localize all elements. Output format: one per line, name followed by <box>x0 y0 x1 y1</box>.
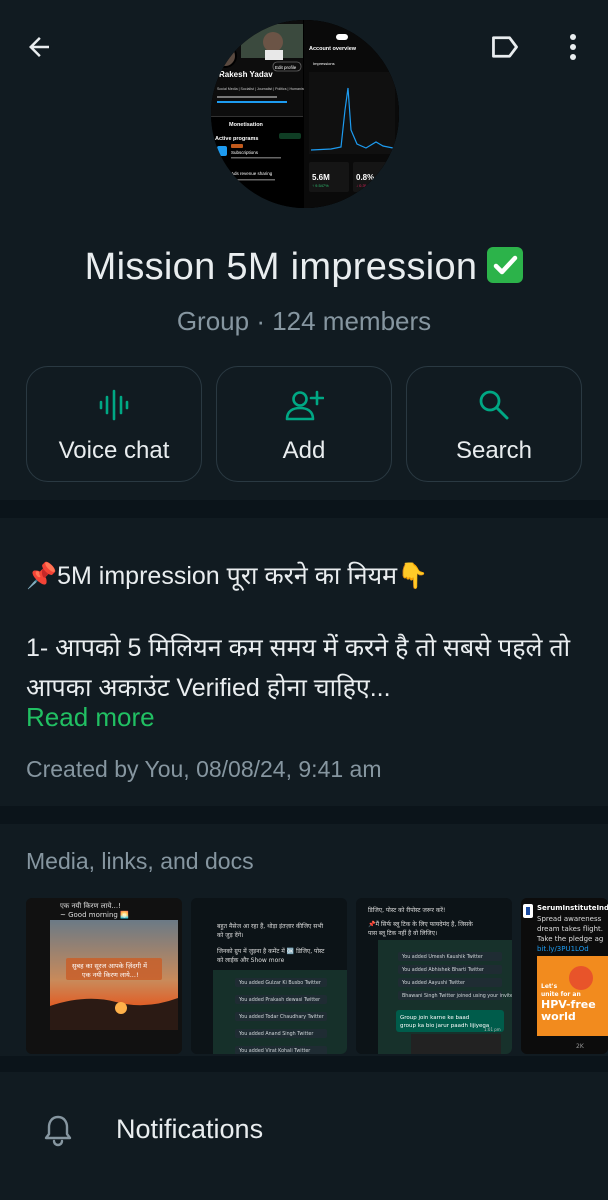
chat-system-row-text: You added Aayushi Twitter <box>401 980 465 986</box>
group-header-section: Rakesh Yadav Edit profile Social Media |… <box>0 0 608 500</box>
arrow-left-icon <box>29 37 49 57</box>
thumb4-card2: unite for an <box>541 991 581 998</box>
group-meta: Group · 124 members <box>176 306 432 336</box>
avatar-active-programs: Active programs <box>215 136 258 142</box>
media-thumbnail[interactable]: डिजिए, पोस्ट को रीपोस्ट जरूर करें! 📌मैं … <box>356 898 512 1054</box>
media-section-title[interactable]: Media, links, and docs <box>26 848 254 875</box>
read-more-link[interactable]: Read more <box>26 702 155 733</box>
search-icon <box>479 390 509 420</box>
bell-icon <box>44 1115 72 1147</box>
description-title: 📌5M impression पूरा करने का नियम👇 <box>26 562 429 590</box>
verified-check-emoji <box>487 247 524 283</box>
group-avatar[interactable]: Rakesh Yadav Edit profile Social Media |… <box>211 20 399 208</box>
tweet-screenshot-image: SerumInstituteInd Spread awareness dream… <box>521 898 608 1054</box>
add-label: Add <box>282 437 326 464</box>
search-label: Search <box>455 437 533 464</box>
chat-system-row-text: You added Umesh Kaushik Twitter <box>401 954 483 960</box>
avatar-edit-profile: Edit profile <box>275 65 297 70</box>
notifications-row[interactable]: Notifications <box>0 1072 608 1200</box>
avatar-collage-image: Rakesh Yadav Edit profile Social Media |… <box>211 20 399 208</box>
chat-screenshot-image-2: डिजिए, पोस्ट को रीपोस्ट जरूर करें! 📌मैं … <box>356 898 512 1054</box>
thumb2-line2: को जुड़ देंगे। <box>217 931 243 939</box>
group-description-section: 📌5M impression पूरा करने का नियम👇 1- आपक… <box>0 518 608 806</box>
svg-text:↑ 9.547%: ↑ 9.547% <box>312 183 329 188</box>
chat-system-row-text: Bhawani Singh Twitter joined using your … <box>402 993 512 999</box>
media-thumbnail[interactable]: SerumInstituteInd Spread awareness dream… <box>521 898 608 1054</box>
chat-system-row-text: You added Anand Singh Twitter <box>238 1031 313 1037</box>
voice-wave-icon <box>99 389 129 421</box>
search-button[interactable]: Search <box>406 366 582 482</box>
svg-text:↓ 0.3%: ↓ 0.3% <box>356 183 369 188</box>
created-info: Created by You, 08/08/24, 9:41 am <box>26 756 382 782</box>
media-thumbnail[interactable]: बहुत मैसेज आ रहा हैं, थोड़ा इंतज़ार कीजि… <box>191 898 347 1054</box>
avatar-impressions-label: Impressions <box>313 61 335 66</box>
description-body: 1- आपको 5 मिलियन कम समय में करने है तो स… <box>26 634 571 702</box>
thumb3-line1: डिजिए, पोस्ट को रीपोस्ट जरूर करें! <box>368 906 445 914</box>
thumb3-msg: Group join karne ke baad <box>400 1015 469 1021</box>
voice-chat-label: Voice chat <box>58 437 170 464</box>
add-member-button[interactable]: Add <box>216 366 392 482</box>
thumb4-stat: 2K <box>576 1043 585 1050</box>
chat-system-row-text: You added Todar Chaudhary Twitter <box>238 1014 324 1020</box>
avatar-engagement-value: 0.8% <box>356 173 374 182</box>
thumb2-line1: बहुत मैसेज आ रहा हैं, थोड़ा इंतज़ार कीजि… <box>217 922 324 930</box>
avatar-monetisation: Monetisation <box>229 122 264 128</box>
more-vertical-icon <box>570 34 576 60</box>
thumb1-caption1: सुबह का सूरज आपके ज़िंदगी में <box>72 962 147 970</box>
media-links-docs-section: Media, links, and docs एक नयी किरण लाये.… <box>0 824 608 1056</box>
thumb4-name: SerumInstituteInd <box>537 904 608 912</box>
chat-screenshot-image: बहुत मैसेज आ रहा हैं, थोड़ा इंतज़ार कीजि… <box>191 898 347 1054</box>
notifications-label[interactable]: Notifications <box>116 1114 263 1145</box>
thumb1-line2: ~ Good morning 🌅 <box>60 910 129 919</box>
avatar-profile-name: Rakesh Yadav <box>219 70 273 79</box>
label-button[interactable] <box>480 22 530 72</box>
group-name: Mission 5M impression <box>0 246 608 289</box>
chat-system-row-text: You added Prakash dewasi Twitter <box>238 997 320 1003</box>
add-person-icon <box>285 390 324 421</box>
thumb3-time: 1:01 pm <box>484 1027 501 1032</box>
more-options-button[interactable] <box>548 22 598 72</box>
avatar-subscriptions: Subscriptions <box>231 150 259 155</box>
thumb4-card4: world <box>541 1010 576 1023</box>
thumb4-text3: Take the pledge ag <box>536 935 603 943</box>
thumb1-line1: एक नयी किरण लाये...! <box>60 901 121 910</box>
thumb4-text2: dream takes flight. <box>537 925 603 933</box>
chat-system-row-text: You added Gulzar Ki Busbo Twitter <box>238 980 321 986</box>
chat-system-row-text: You added Abhishek Bharti Twitter <box>401 967 484 973</box>
chat-system-row-text: You added Virat Kohali Twitter <box>238 1048 310 1054</box>
thumb4-link: bit.ly/3PU1LOd <box>537 945 589 953</box>
thumb3-line3: पास ब्लू टिक नहीं है वो लिजिए। <box>368 929 437 937</box>
media-thumbnail[interactable]: एक नयी किरण लाये...! ~ Good morning 🌅 सु… <box>26 898 182 1054</box>
group-name-text: Mission 5M impression <box>84 246 478 288</box>
thumb4-card1: Let's <box>541 983 558 990</box>
avatar-account-overview: Account overview <box>309 46 357 52</box>
avatar-ads-revenue: Ads revenue sharing <box>231 171 273 176</box>
label-tag-icon <box>492 36 518 58</box>
thumb2-line3: जिनको ग्रुप में जुड़ना है कमेंट में 🆗 डि… <box>217 947 325 955</box>
sunrise-image: एक नयी किरण लाये...! ~ Good morning 🌅 सु… <box>26 898 182 1054</box>
voice-chat-button[interactable]: Voice chat <box>26 366 202 482</box>
back-button[interactable] <box>14 22 64 72</box>
thumb3-line2: 📌मैं सिर्फ ब्लू टिक के लिए फायदेमंद है, … <box>368 920 473 928</box>
thumb1-caption2: एक नयी किरण लाये...! <box>82 971 139 979</box>
thumb2-line4: को लाईक और Show more <box>217 956 285 964</box>
avatar-bio: Social Media | Socialist | Journalist | … <box>217 87 319 91</box>
thumb4-text1: Spread awareness <box>537 915 602 923</box>
svg-text:group ka bio jarur paadh lijiy: group ka bio jarur paadh lijiyega <box>400 1023 489 1029</box>
avatar-impressions-value: 5.6M <box>312 173 330 182</box>
